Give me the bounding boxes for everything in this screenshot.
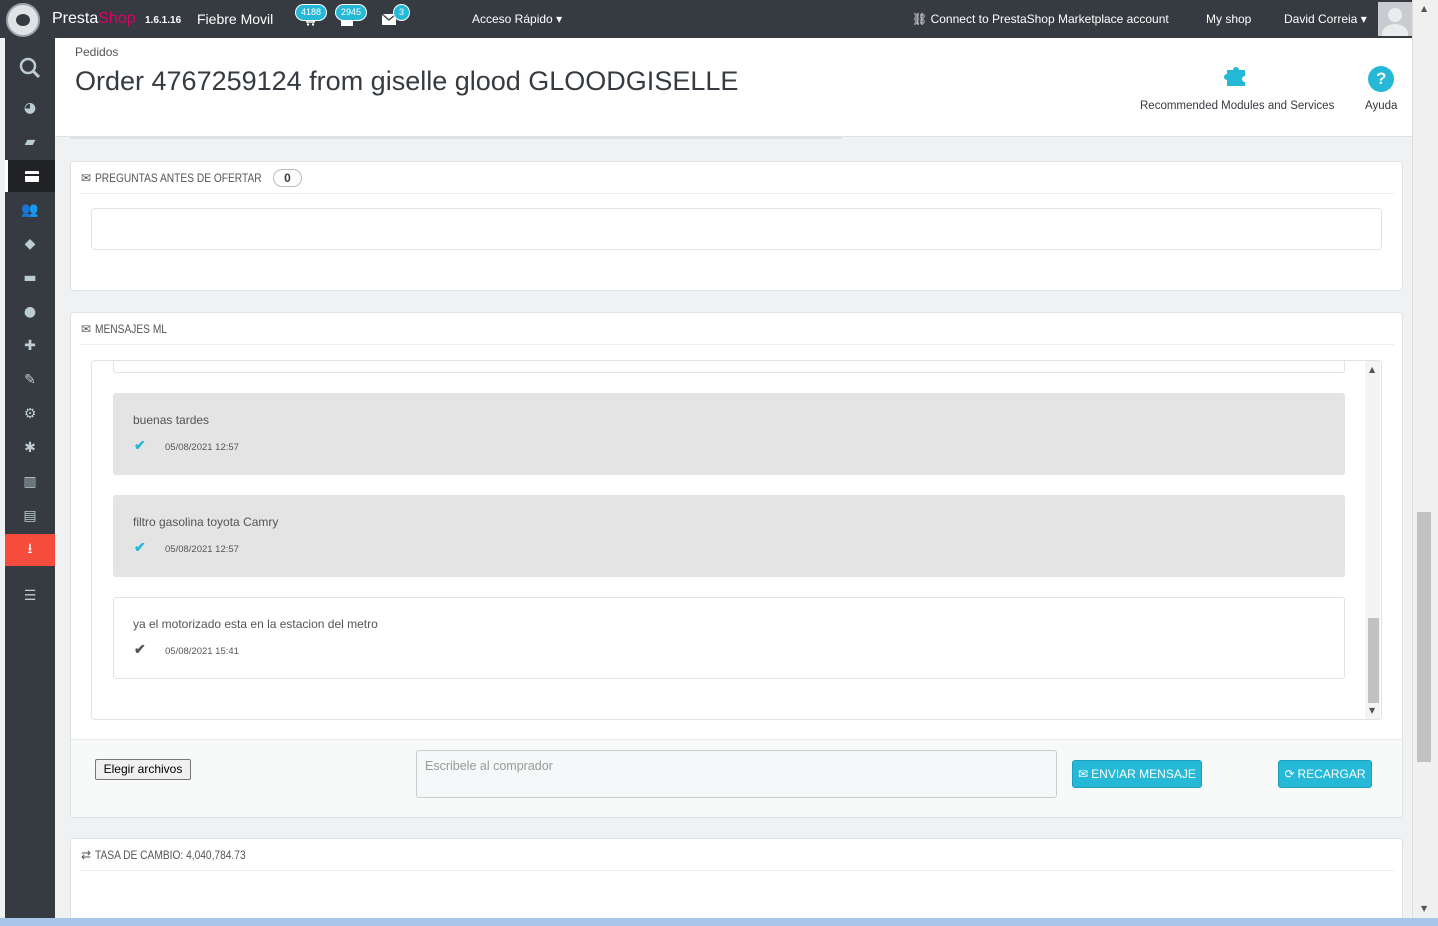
orders-icon[interactable] <box>5 160 55 192</box>
marketplace-connect-link[interactable]: ⛓ Connect to PrestaShop Marketplace acco… <box>912 12 1169 26</box>
reload-button[interactable]: ⟳ RECARGAR <box>1278 760 1372 788</box>
panel-title: PREGUNTAS ANTES DE OFERTAR <box>95 170 262 185</box>
scrollbar[interactable]: ▲ ▼ <box>1365 361 1380 719</box>
scroll-thumb[interactable] <box>1368 618 1379 703</box>
messages-count-badge: 3 <box>393 4 411 21</box>
scroll-up-arrow-icon[interactable]: ▲ <box>1421 4 1427 13</box>
customers-count-badge: 2945 <box>335 4 368 21</box>
message-timestamp: 05/08/2021 15:41 <box>165 646 239 657</box>
exchange-panel-heading: ⇄ TASA DE CAMBIO: 4,040,784.73 <box>79 839 1394 871</box>
menu-collapse-icon[interactable]: ☰ <box>5 580 55 612</box>
user-menu[interactable]: David Correia ▾ <box>1284 12 1367 26</box>
advanced-parameters-icon[interactable]: ⚙ <box>5 398 55 430</box>
breadcrumb[interactable]: Pedidos <box>75 45 118 59</box>
catalog-icon[interactable]: ▰ <box>5 126 55 158</box>
stats-icon[interactable]: ▥ <box>5 466 55 498</box>
prestashop-logo[interactable] <box>6 3 40 37</box>
message-item: ya el motorizado esta en la estacion del… <box>113 597 1345 679</box>
envelope-icon: ✉ <box>1078 767 1089 781</box>
message-timestamp: 05/08/2021 12:57 <box>165 442 239 453</box>
message-text: filtro gasolina toyota Camry <box>133 515 279 529</box>
taskbar-strip <box>0 918 1438 926</box>
message-partial <box>113 361 1345 373</box>
my-shop-link[interactable]: My shop <box>1206 12 1251 26</box>
window-scrollbar[interactable]: ▲ ▼ <box>1412 0 1438 926</box>
divider <box>70 137 842 139</box>
exchange-rate-panel: ⇄ TASA DE CAMBIO: 4,040,784.73 <box>70 838 1403 926</box>
check-icon: ✔ <box>134 437 146 453</box>
archive-icon[interactable]: ▤ <box>5 500 55 532</box>
message-item: buenas tardes ✔ 05/08/2021 12:57 <box>113 393 1345 475</box>
message-item: filtro gasolina toyota Camry ✔ 05/08/202… <box>113 495 1345 577</box>
recommended-modules-button[interactable]: Recommended Modules and Services <box>1140 60 1334 112</box>
scroll-down-arrow-icon[interactable]: ▼ <box>1421 904 1427 913</box>
question-circle-icon: ? <box>1365 60 1397 100</box>
window-scroll-thumb[interactable] <box>1417 512 1431 762</box>
check-icon: ✔ <box>134 641 146 657</box>
panel-title: TASA DE CAMBIO: 4,040,784.73 <box>95 847 246 862</box>
sidebar-menu: ◕ ▰ 👥 ◆ ▬ ● ✚ ✎ ⚙ ✱ ▥ ▤ ⭳ ☰ <box>5 38 55 918</box>
panel-title: MENSAJES ML <box>95 321 168 336</box>
envelope-icon: ✉ <box>81 321 92 336</box>
caret-down-icon: ▾ <box>1360 12 1367 26</box>
dashboard-icon[interactable]: ◕ <box>5 92 55 124</box>
message-text: buenas tardes <box>133 413 210 427</box>
orders-count-badge: 4188 <box>295 4 328 21</box>
messages-panel-heading: ✉ MENSAJES ML <box>79 313 1394 345</box>
administration-icon[interactable]: ✱ <box>5 432 55 464</box>
choose-files-button[interactable]: Elegir archivos <box>95 759 191 780</box>
questions-count-badge: 0 <box>273 168 302 187</box>
shipping-icon[interactable]: ▬ <box>5 262 55 294</box>
search-icon[interactable] <box>5 51 55 85</box>
questions-panel: ✉ PREGUNTAS ANTES DE OFERTAR 0 <box>70 161 1403 291</box>
caret-down-icon: ▾ <box>556 12 563 26</box>
page-header: Pedidos Order 4767259124 from giselle gl… <box>55 38 1412 137</box>
message-timestamp: 05/08/2021 12:57 <box>165 544 239 555</box>
page-title: Order 4767259124 from giselle glood GLOO… <box>75 66 739 96</box>
refresh-icon: ⟳ <box>1284 767 1295 781</box>
questions-panel-heading: ✉ PREGUNTAS ANTES DE OFERTAR 0 <box>79 162 1394 194</box>
version-label: 1.6.1.16 <box>145 15 182 26</box>
customers-icon[interactable]: 👥 <box>5 194 55 226</box>
scroll-up-arrow-icon[interactable]: ▲ <box>1369 365 1375 374</box>
preferences-icon[interactable]: ✎ <box>5 364 55 396</box>
check-icon: ✔ <box>134 539 146 555</box>
store-name-link[interactable]: Fiebre Movil <box>197 11 273 27</box>
brand-name: PrestaShop <box>52 10 136 27</box>
messages-panel: ✉ MENSAJES ML buenas tardes ✔ 05/08/2021… <box>70 312 1403 818</box>
unlink-icon: ⛓ <box>912 12 928 26</box>
exchange-icon: ⇄ <box>81 847 92 862</box>
avatar[interactable] <box>1378 2 1412 36</box>
send-message-button[interactable]: ✉ ENVIAR MENSAJE <box>1072 760 1202 788</box>
top-header: PrestaShop 1.6.1.16 Fiebre Movil 4188 29… <box>0 0 1438 38</box>
download-icon[interactable]: ⭳ <box>5 534 55 566</box>
compose-message-input[interactable]: Escribele al comprador <box>416 750 1057 798</box>
help-button[interactable]: ? Ayuda <box>1365 60 1397 112</box>
messages-scroll-area[interactable]: buenas tardes ✔ 05/08/2021 12:57 filtro … <box>91 360 1382 720</box>
localization-icon[interactable]: ● <box>5 296 55 328</box>
modules-icon[interactable]: ✚ <box>5 330 55 362</box>
envelope-icon: ✉ <box>81 170 92 185</box>
price-rules-icon[interactable]: ◆ <box>5 228 55 260</box>
scroll-down-arrow-icon[interactable]: ▼ <box>1369 706 1375 715</box>
message-text: ya el motorizado esta en la estacion del… <box>133 617 378 631</box>
quick-access-dropdown[interactable]: Acceso Rápido ▾ <box>472 12 562 26</box>
questions-list <box>91 208 1382 250</box>
puzzle-icon <box>1140 60 1334 100</box>
